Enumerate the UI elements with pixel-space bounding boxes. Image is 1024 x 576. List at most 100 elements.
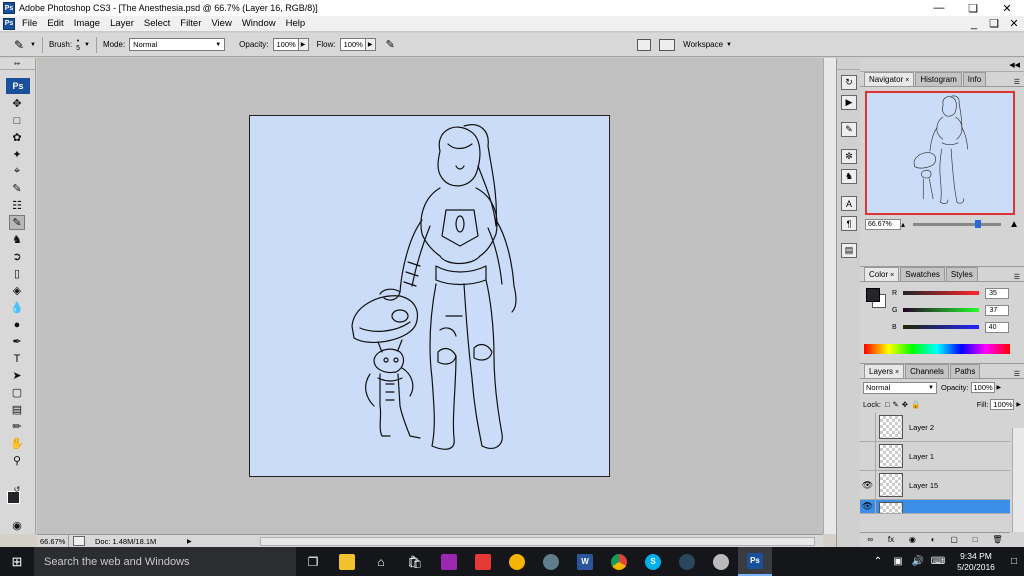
menu-filter[interactable]: Filter	[175, 18, 206, 29]
crop-tool-icon[interactable]: ⌖	[9, 164, 25, 179]
visibility-toggle[interactable]	[860, 442, 876, 470]
word-icon[interactable]: W	[568, 547, 602, 576]
airbrush-icon[interactable]: ✎	[386, 38, 395, 51]
zoom-in-icon[interactable]: ▲	[1009, 219, 1019, 230]
blur-tool-icon[interactable]: 💧	[9, 300, 25, 315]
menu-view[interactable]: View	[206, 18, 236, 29]
menu-image[interactable]: Image	[69, 18, 105, 29]
notifications-icon[interactable]: □	[1004, 556, 1024, 567]
status-info-icon[interactable]	[73, 536, 85, 546]
zoom-tool-icon[interactable]: ⚲	[9, 453, 25, 468]
brush-tool-preset-icon[interactable]: ✎	[8, 36, 30, 54]
adjustment-layer-icon[interactable]: ◐	[931, 535, 936, 544]
mode-select[interactable]: Normal ▼	[129, 38, 226, 51]
menu-select[interactable]: Select	[139, 18, 175, 29]
tab-swatches[interactable]: Swatches	[900, 267, 945, 281]
home-icon[interactable]: ⌂	[364, 547, 398, 576]
steam-icon[interactable]	[670, 547, 704, 576]
layer-mask-icon[interactable]: ◉	[909, 535, 916, 544]
layers-scrollbar[interactable]	[1012, 428, 1024, 532]
zoom-slider-thumb[interactable]	[974, 220, 981, 228]
tab-styles[interactable]: Styles	[945, 267, 978, 281]
eraser-tool-icon[interactable]: ▯	[9, 266, 25, 281]
task-view-icon[interactable]: ❐	[296, 547, 330, 576]
panel-menu-icon[interactable]: ☰	[1014, 273, 1020, 281]
status-menu-arrow-icon[interactable]: ▶	[187, 538, 192, 545]
path-selection-tool-icon[interactable]: ➤	[9, 368, 25, 383]
close-button[interactable]: ✕	[990, 0, 1024, 16]
delete-layer-icon[interactable]: 🗑	[992, 535, 1002, 544]
app-icon[interactable]	[534, 547, 568, 576]
volume-icon[interactable]: 🔊	[908, 556, 928, 567]
new-group-icon[interactable]: ▢	[950, 535, 958, 544]
taskbar-clock[interactable]: 9:34 PM 5/20/2016	[948, 551, 1004, 573]
layer-blend-mode-select[interactable]: Normal ▼	[863, 381, 937, 394]
healing-brush-tool-icon[interactable]: ☷	[9, 198, 25, 213]
panels-grip[interactable]: ◀◀	[860, 58, 1024, 72]
workspace-menu[interactable]: Workspace ▼	[683, 40, 732, 49]
canvas-area[interactable]	[37, 58, 823, 534]
store-icon[interactable]: 🛍	[398, 547, 432, 576]
status-zoom[interactable]: 66.67%	[37, 535, 69, 547]
magic-wand-tool-icon[interactable]: ✦	[9, 147, 25, 162]
layer-row[interactable]: Layer 1	[860, 442, 1010, 471]
notes-tool-icon[interactable]: ▤	[9, 402, 25, 417]
history-brush-tool-icon[interactable]: ➲	[9, 249, 25, 264]
clone-source-icon[interactable]: ♞	[841, 169, 857, 184]
slice-tool-icon[interactable]: ✎	[9, 181, 25, 196]
rectangle-tool-icon[interactable]: ▢	[9, 385, 25, 400]
app-icon[interactable]	[500, 547, 534, 576]
fill-input[interactable]: 100%	[990, 399, 1015, 410]
eyedropper-tool-icon[interactable]: ✏	[9, 419, 25, 434]
photoshop-logo[interactable]: Ps	[6, 78, 30, 94]
layer-style-icon[interactable]: fx	[888, 535, 894, 544]
minimize-button[interactable]: —	[922, 0, 956, 16]
skype-icon[interactable]: S	[636, 547, 670, 576]
type-tool-icon[interactable]: T	[9, 351, 25, 366]
blue-input[interactable]: 40	[984, 321, 1009, 333]
tab-info[interactable]: Info	[962, 72, 987, 86]
doc-close-button[interactable]: ✕	[1004, 17, 1024, 31]
red-slider[interactable]	[903, 291, 980, 295]
navigator-preview[interactable]	[865, 91, 1015, 215]
menu-help[interactable]: Help	[281, 18, 311, 29]
eye-icon[interactable]: 👁	[860, 500, 876, 513]
brush-dropdown-icon[interactable]: ▼	[84, 42, 90, 48]
panel-menu-icon[interactable]: ☰	[1014, 78, 1020, 86]
flow-slider-arrow-icon[interactable]: ▶	[365, 38, 376, 51]
color-spectrum[interactable]	[864, 344, 1010, 354]
new-layer-icon[interactable]: □	[973, 535, 978, 544]
network-icon[interactable]: ▣	[888, 556, 908, 567]
panel-grip[interactable]: ▸▸	[0, 58, 35, 70]
menu-layer[interactable]: Layer	[105, 18, 139, 29]
file-explorer-icon[interactable]	[330, 547, 364, 576]
tab-histogram[interactable]: Histogram	[915, 72, 962, 86]
paragraph-panel-icon[interactable]: ¶	[841, 216, 857, 231]
red-input[interactable]: 35	[985, 287, 1010, 299]
lasso-tool-icon[interactable]: ✿	[9, 130, 25, 145]
character-panel-icon[interactable]: A	[841, 196, 857, 211]
move-tool-icon[interactable]: ✥	[9, 96, 25, 111]
app-icon[interactable]	[466, 547, 500, 576]
canvas-horizontal-scrollbar[interactable]	[260, 537, 815, 546]
app-icon[interactable]	[432, 547, 466, 576]
swap-colors-icon[interactable]: ↺	[12, 484, 22, 494]
windows-start-icon[interactable]: ⊞	[0, 547, 34, 576]
layer-row[interactable]: 👁 Layer 15	[860, 471, 1010, 500]
zoom-out-icon[interactable]: ▴	[901, 220, 905, 229]
layer-comps-icon[interactable]: ▤	[841, 243, 857, 258]
menu-edit[interactable]: Edit	[42, 18, 68, 29]
chevron-up-icon[interactable]: ⌃	[868, 556, 888, 567]
menu-window[interactable]: Window	[237, 18, 281, 29]
canvas-vertical-scrollbar[interactable]	[823, 58, 836, 534]
photoshop-taskbar-icon[interactable]: Ps	[738, 547, 772, 576]
tab-channels[interactable]: Channels	[905, 364, 949, 378]
doc-restore-button[interactable]: ❏	[984, 17, 1004, 31]
layer-row[interactable]: Layer 2	[860, 413, 1010, 442]
doc-minimize-button[interactable]: _	[964, 17, 984, 31]
visibility-toggle[interactable]	[860, 413, 876, 441]
document-canvas[interactable]	[249, 115, 610, 477]
brush-picker[interactable]: • 5	[76, 38, 80, 52]
close-icon[interactable]: ×	[895, 369, 899, 376]
hand-tool-icon[interactable]: ✋	[9, 436, 25, 451]
